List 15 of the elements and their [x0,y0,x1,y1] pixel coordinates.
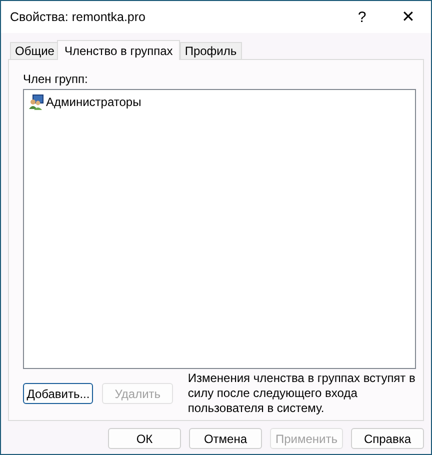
info-text: Изменения членства в группах вступят в силу после следующего входа пользователя в систему. [188,371,416,416]
dialog-button[interactable]: Справка [351,428,424,449]
list-item[interactable]: Администраторы [26,93,413,111]
add-button[interactable]: Добавить... [23,383,94,404]
dialog-button[interactable]: Отмена [189,428,262,449]
close-button[interactable]: ✕ [385,1,431,33]
group-list[interactable]: Администраторы [23,89,416,369]
users-icon [28,94,44,110]
window-title: Свойства: remontka.pro [10,10,146,24]
list-label: Член групп: [23,72,89,86]
tab[interactable]: Членство в группах [57,40,180,60]
dialog-button[interactable]: ОК [108,428,181,449]
tab[interactable]: Профиль [180,42,242,59]
tab[interactable]: Общие [10,42,60,59]
help-button[interactable]: ? [339,1,385,33]
